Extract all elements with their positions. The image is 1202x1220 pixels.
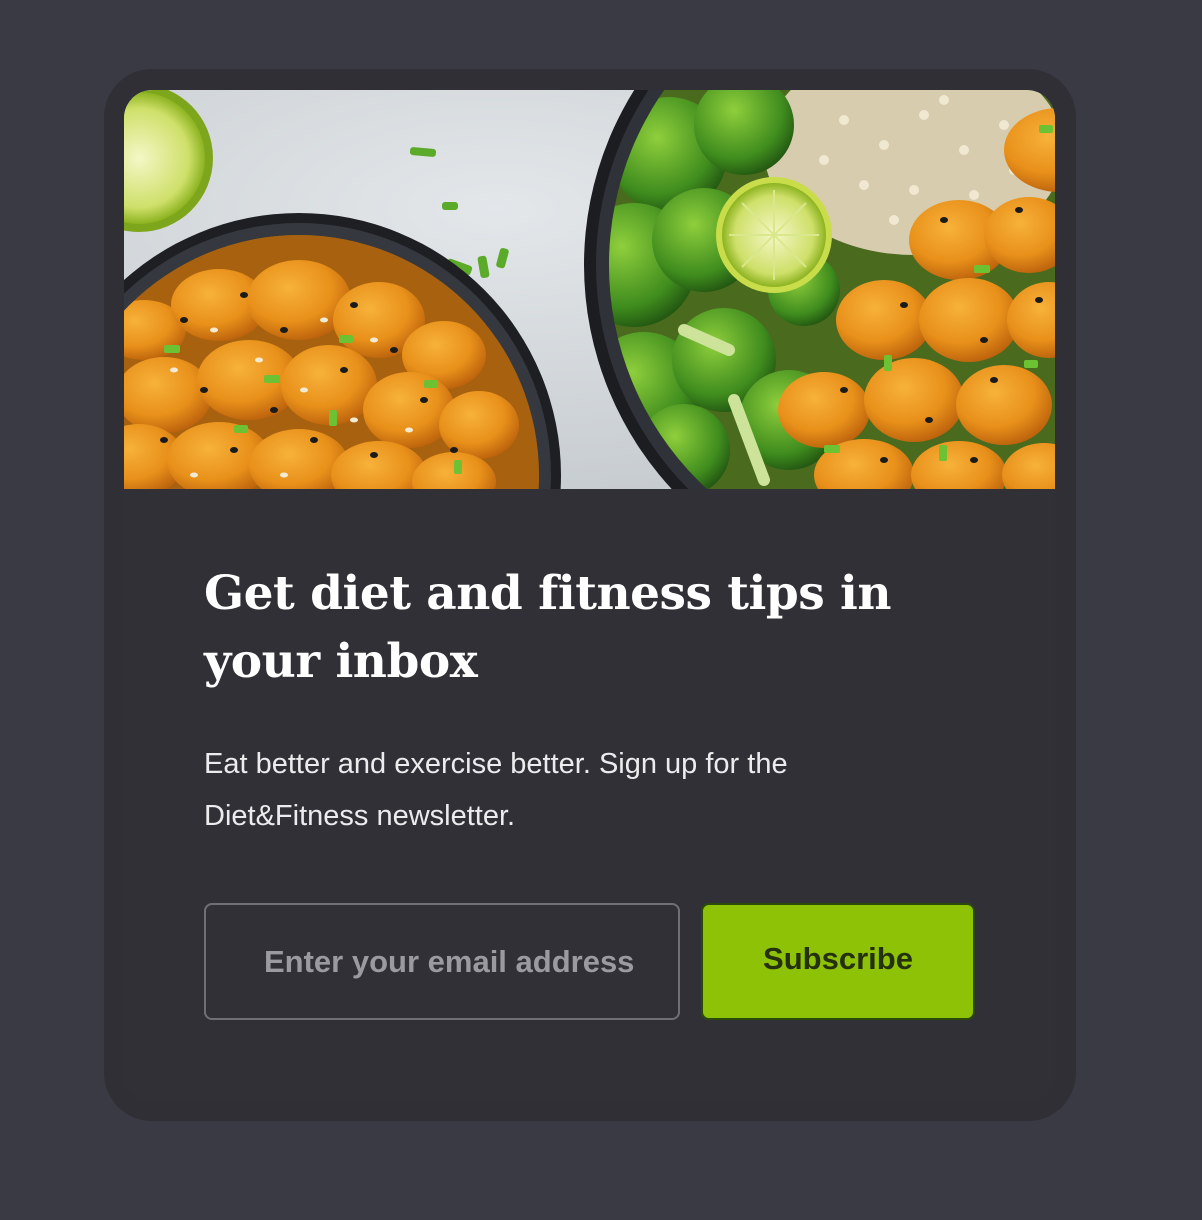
hero-image bbox=[124, 90, 1055, 489]
lime-slice bbox=[716, 177, 832, 293]
newsletter-card-body: Get diet and fitness tips in your inbox … bbox=[124, 90, 1055, 1100]
email-input[interactable] bbox=[204, 903, 680, 1020]
newsletter-card: Get diet and fitness tips in your inbox … bbox=[104, 69, 1076, 1121]
newsletter-content: Get diet and fitness tips in your inbox … bbox=[204, 560, 994, 842]
newsletter-description: Eat better and exercise better. Sign up … bbox=[204, 748, 788, 832]
subscribe-form: Subscribe bbox=[204, 903, 975, 1020]
subscribe-button[interactable]: Subscribe bbox=[701, 903, 975, 1020]
newsletter-headline: Get diet and fitness tips in your inbox bbox=[204, 566, 892, 689]
